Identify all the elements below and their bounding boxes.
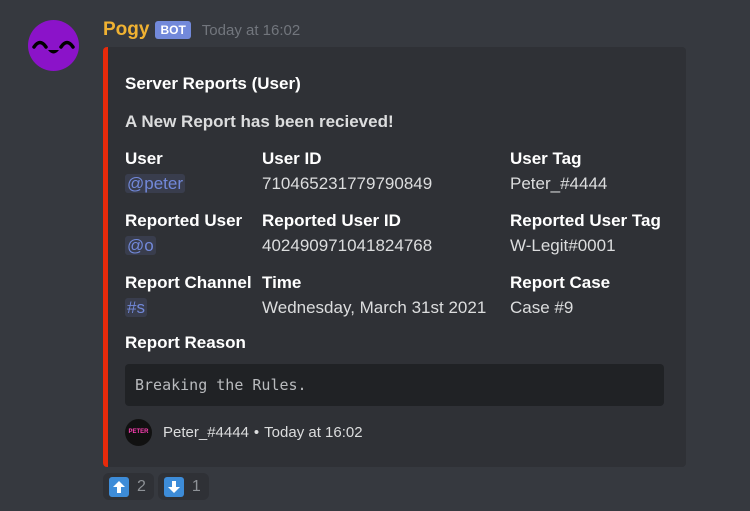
- field-reported-user-id: Reported User ID 402490971041824768: [262, 210, 432, 257]
- reaction-down[interactable]: 1: [157, 473, 209, 500]
- field-name: Report Case: [510, 273, 611, 292]
- message-header: Pogy BOT Today at 16:02: [103, 17, 300, 43]
- embed-footer: PETER Peter_#4444 • Today at 16:02: [125, 418, 363, 446]
- report-reason-label: Report Reason: [125, 333, 246, 352]
- footer-text: Peter_#4444: [163, 423, 249, 441]
- reported-user-mention[interactable]: @o: [125, 236, 156, 255]
- field-user-tag: User Tag Peter_#4444: [510, 148, 607, 195]
- field-user-id: User ID 710465231779790849: [262, 148, 432, 195]
- field-reported-user: Reported User @o: [125, 210, 242, 257]
- field-value: 402490971041824768: [262, 236, 433, 255]
- field-time: Time Wednesday, March 31st 2021: [262, 272, 486, 319]
- field-name: User: [125, 149, 163, 168]
- smiley-face-icon: [32, 40, 75, 54]
- user-mention[interactable]: @peter: [125, 174, 186, 193]
- field-report-channel: Report Channel #s: [125, 272, 252, 319]
- bot-tag: BOT: [155, 21, 191, 39]
- up-arrow-icon: [109, 476, 129, 497]
- field-name: User ID: [262, 149, 322, 168]
- field-name: Reported User ID: [262, 211, 401, 230]
- embed-title: Server Reports (User): [125, 74, 301, 93]
- embed-description: A New Report has been recieved!: [125, 112, 394, 131]
- field-user: User @peter: [125, 148, 186, 195]
- field-name: Report Channel: [125, 273, 252, 292]
- channel-mention[interactable]: #s: [125, 298, 147, 317]
- message-timestamp[interactable]: Today at 16:02: [202, 22, 300, 39]
- field-report-case: Report Case Case #9: [510, 272, 610, 319]
- footer-avatar-label: PETER: [128, 429, 149, 435]
- footer-timestamp: Today at 16:02: [264, 423, 363, 441]
- reactions-bar: 2 1: [103, 473, 209, 500]
- field-value: Peter_#4444: [510, 174, 608, 193]
- report-reason-codeblock: Breaking the Rules.: [125, 364, 664, 406]
- username[interactable]: Pogy: [103, 19, 149, 41]
- field-value: Case #9: [510, 298, 574, 317]
- field-reported-user-tag: Reported User Tag W-Legit#0001: [510, 210, 661, 257]
- bot-avatar[interactable]: [28, 20, 79, 71]
- reaction-up[interactable]: 2: [103, 473, 154, 500]
- footer-avatar-icon: PETER: [125, 418, 152, 446]
- field-value: 710465231779790849: [262, 174, 433, 193]
- field-value: W-Legit#0001: [510, 236, 616, 255]
- field-name: Reported User Tag: [510, 211, 661, 230]
- reaction-count: 2: [137, 477, 146, 495]
- field-name: Time: [262, 273, 302, 292]
- field-name: Reported User: [125, 211, 243, 230]
- down-arrow-icon: [163, 476, 184, 497]
- reaction-count: 1: [191, 477, 201, 495]
- field-value: Wednesday, March 31st 2021: [262, 298, 487, 317]
- footer-separator: •: [253, 423, 260, 441]
- field-name: User Tag: [510, 149, 582, 168]
- report-embed: Server Reports (User) A New Report has b…: [103, 47, 686, 467]
